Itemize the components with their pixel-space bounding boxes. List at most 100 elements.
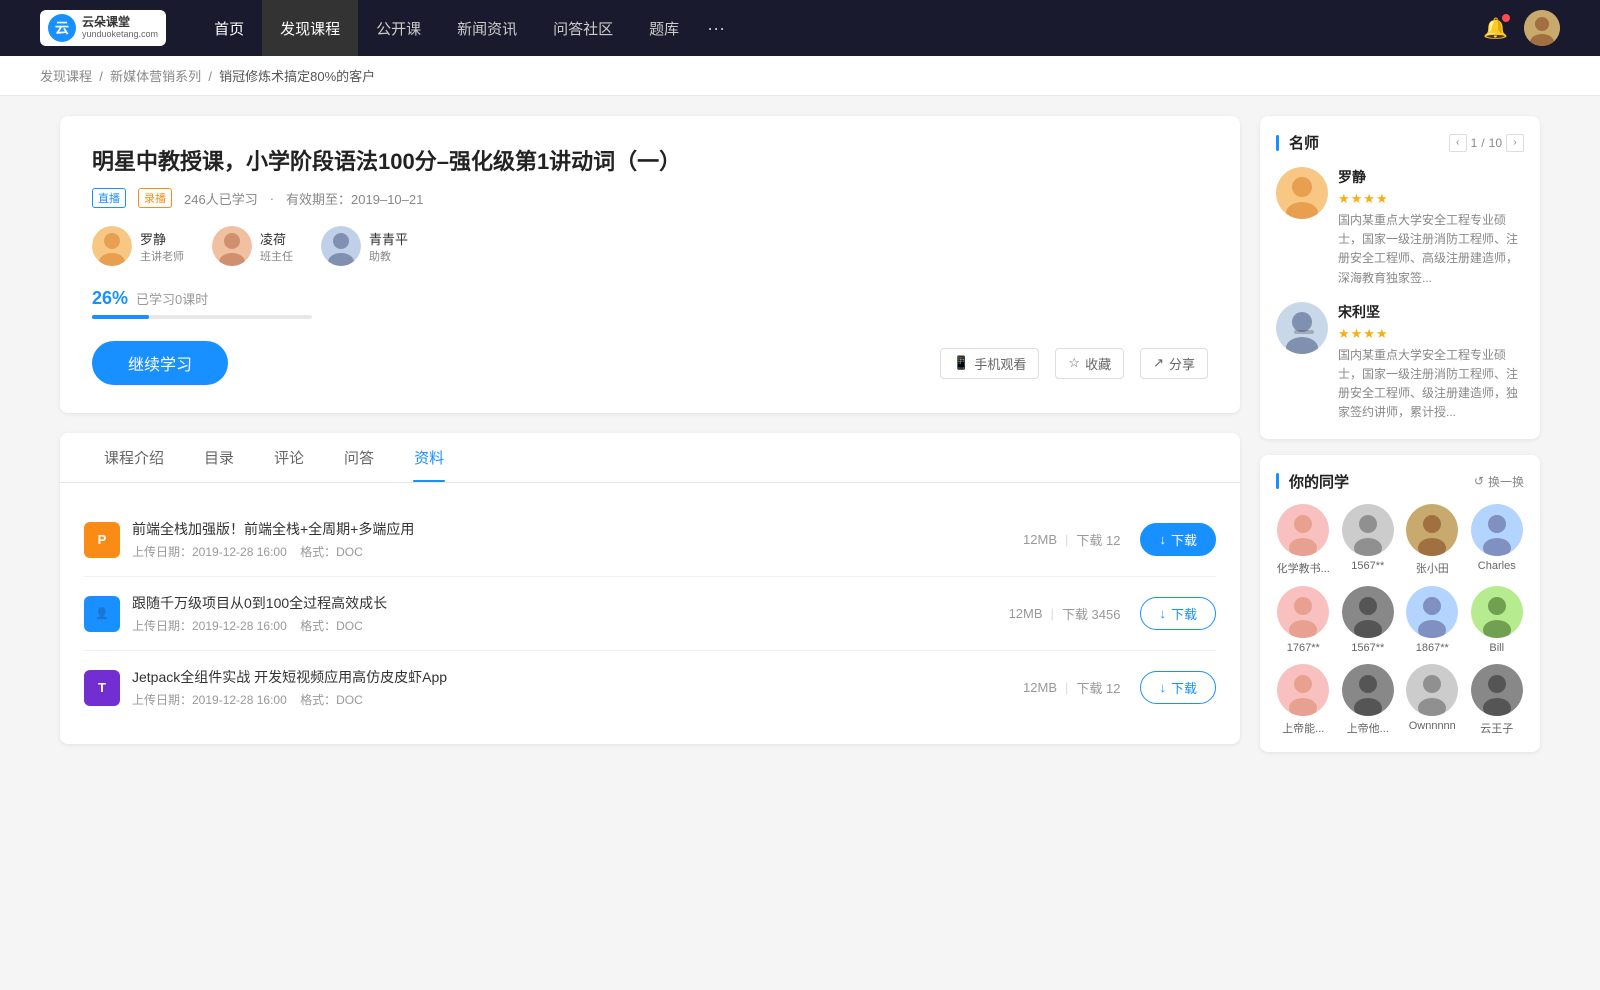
tab-resources[interactable]: 资料 xyxy=(394,433,464,482)
download-icon-2: ↓ xyxy=(1159,606,1166,621)
share-button[interactable]: ↗ 分享 xyxy=(1140,348,1208,379)
sidebar-teacher-avatar-luojing xyxy=(1276,167,1328,219)
student-item-6[interactable]: 1867** xyxy=(1405,586,1460,654)
teacher-qingqingping: 青青平 助教 xyxy=(321,226,408,266)
student-name-2: 张小田 xyxy=(1416,560,1449,576)
file-icon-1: P xyxy=(84,522,120,558)
nav-item-home[interactable]: 首页 xyxy=(196,0,262,56)
student-item-2[interactable]: 张小田 xyxy=(1405,504,1460,576)
course-separator: · xyxy=(270,191,274,206)
course-actions: 继续学习 📱 手机观看 ☆ 收藏 ↗ 分享 xyxy=(92,341,1208,385)
file-name-3: Jetpack全组件实战 开发短视频应用高仿皮皮虾App xyxy=(132,667,1023,687)
valid-until: 有效期至：2019–10–21 xyxy=(286,189,423,208)
student-avatar-8 xyxy=(1277,664,1329,716)
student-item-8[interactable]: 上帝能... xyxy=(1276,664,1331,736)
student-item-3[interactable]: Charles xyxy=(1470,504,1525,576)
teachers-row: 罗静 主讲老师 凌荷 班主任 xyxy=(92,226,1208,266)
download-button-3[interactable]: ↓ 下载 xyxy=(1140,671,1216,704)
nav-item-discover[interactable]: 发现课程 xyxy=(262,0,358,56)
student-item-1[interactable]: 1567** xyxy=(1341,504,1396,576)
continue-study-button[interactable]: 继续学习 xyxy=(92,341,228,385)
sidebar-teacher-avatar-songlijian xyxy=(1276,302,1328,354)
teachers-card-title: 名师 xyxy=(1276,132,1319,153)
teacher-role-qingqingping: 助教 xyxy=(369,248,408,264)
nav-item-public[interactable]: 公开课 xyxy=(358,0,439,56)
student-item-5[interactable]: 1567** xyxy=(1341,586,1396,654)
file-stats-1: 12MB | 下载 12 xyxy=(1023,530,1120,549)
student-item-10[interactable]: Ownnnnn xyxy=(1405,664,1460,736)
sidebar-teacher-name-luojing: 罗静 xyxy=(1338,167,1524,187)
student-name-9: 上帝他... xyxy=(1347,720,1389,736)
tab-intro[interactable]: 课程介绍 xyxy=(84,433,184,482)
logo-area[interactable]: 云 云朵课堂 yunduoketang.com xyxy=(40,10,166,46)
nav-right: 🔔 xyxy=(1483,10,1560,46)
phone-watch-label: 手机观看 xyxy=(974,354,1026,373)
sidebar-teacher-name-songlijian: 宋利坚 xyxy=(1338,302,1524,322)
file-meta-3: 上传日期：2019-12-28 16:00 格式：DOC xyxy=(132,691,1023,708)
student-avatar-7 xyxy=(1471,586,1523,638)
collect-label: 收藏 xyxy=(1085,354,1111,373)
student-item-7[interactable]: Bill xyxy=(1470,586,1525,654)
teacher-role-linghe: 班主任 xyxy=(260,248,293,264)
progress-bar-background xyxy=(92,315,312,319)
student-item-4[interactable]: 1767** xyxy=(1276,586,1331,654)
breadcrumb-series[interactable]: 新媒体营销系列 xyxy=(110,69,201,84)
teacher-name-luojing: 罗静 xyxy=(140,229,184,248)
student-item-11[interactable]: 云王子 xyxy=(1470,664,1525,736)
logo-text-block: 云朵课堂 yunduoketang.com xyxy=(82,16,158,39)
sidebar-teacher-stars-luojing: ★★★★ xyxy=(1338,191,1524,207)
student-avatar-6 xyxy=(1406,586,1458,638)
nav-items: 首页 发现课程 公开课 新闻资讯 问答社区 题库 ··· xyxy=(196,0,1483,56)
file-size-3: 12MB xyxy=(1023,680,1057,695)
student-avatar-3 xyxy=(1471,504,1523,556)
student-name-7: Bill xyxy=(1489,642,1504,654)
refresh-icon: ↺ xyxy=(1474,474,1484,488)
teacher-avatar-linghe xyxy=(212,226,252,266)
students-card-title: 你的同学 xyxy=(1276,471,1349,492)
nav-item-quiz[interactable]: 题库 xyxy=(631,0,697,56)
student-avatar-1 xyxy=(1342,504,1394,556)
nav-item-qa[interactable]: 问答社区 xyxy=(535,0,631,56)
students-grid: 化学教书... 1567** 张小田 xyxy=(1276,504,1524,736)
breadcrumb: 发现课程 / 新媒体营销系列 / 销冠修炼术搞定80%的客户 xyxy=(0,56,1600,96)
file-downloads-3: 下载 12 xyxy=(1076,678,1120,697)
file-size-2: 12MB xyxy=(1009,606,1043,621)
file-info-1: 前端全栈加强版！前端全栈+全周期+多端应用 上传日期：2019-12-28 16… xyxy=(132,519,1023,560)
download-button-2[interactable]: ↓ 下载 xyxy=(1140,597,1216,630)
student-item-9[interactable]: 上帝他... xyxy=(1341,664,1396,736)
student-item-0[interactable]: 化学教书... xyxy=(1276,504,1331,576)
file-date-2: 上传日期：2019-12-28 16:00 xyxy=(132,619,287,633)
badge-live: 直播 xyxy=(92,188,126,208)
tab-review[interactable]: 评论 xyxy=(254,433,324,482)
action-buttons: 📱 手机观看 ☆ 收藏 ↗ 分享 xyxy=(940,348,1208,379)
teachers-prev-button[interactable]: ‹ xyxy=(1449,134,1467,152)
file-name-1: 前端全栈加强版！前端全栈+全周期+多端应用 xyxy=(132,519,1023,539)
phone-icon: 📱 xyxy=(953,355,969,371)
teacher-avatar-qingqingping xyxy=(321,226,361,266)
nav-item-news[interactable]: 新闻资讯 xyxy=(439,0,535,56)
course-meta: 直播 录播 246人已学习 · 有效期至：2019–10–21 xyxy=(92,188,1208,208)
progress-percent: 26% xyxy=(92,288,128,309)
download-button-1[interactable]: ↓ 下载 xyxy=(1140,523,1216,556)
left-content: 明星中教授课，小学阶段语法100分–强化级第1讲动词（一） 直播 录播 246人… xyxy=(60,116,1240,752)
share-label: 分享 xyxy=(1169,354,1195,373)
breadcrumb-discover[interactable]: 发现课程 xyxy=(40,69,92,84)
student-name-6: 1867** xyxy=(1416,642,1449,654)
badge-replay: 录播 xyxy=(138,188,172,208)
breadcrumb-current: 销冠修炼术搞定80%的客户 xyxy=(219,69,375,84)
file-item-2: 👤 跟随千万级项目从0到100全过程高效成长 上传日期：2019-12-28 1… xyxy=(84,577,1216,651)
user-avatar-nav[interactable] xyxy=(1524,10,1560,46)
phone-watch-button[interactable]: 📱 手机观看 xyxy=(940,348,1039,379)
tab-qa[interactable]: 问答 xyxy=(324,433,394,482)
teacher-avatar-luojing xyxy=(92,226,132,266)
collect-button[interactable]: ☆ 收藏 xyxy=(1055,348,1124,379)
student-name-4: 1767** xyxy=(1287,642,1320,654)
bell-icon[interactable]: 🔔 xyxy=(1483,16,1508,41)
teachers-next-button[interactable]: › xyxy=(1506,134,1524,152)
sidebar-teacher-desc-luojing: 国内某重点大学安全工程专业硕士，国家一级注册消防工程师、注册安全工程师、高级注册… xyxy=(1338,211,1524,288)
nav-more-button[interactable]: ··· xyxy=(697,18,735,39)
file-meta-2: 上传日期：2019-12-28 16:00 格式：DOC xyxy=(132,617,1009,634)
refresh-students-button[interactable]: ↺ 换一换 xyxy=(1474,473,1524,490)
tab-toc[interactable]: 目录 xyxy=(184,433,254,482)
teacher-name-qingqingping: 青青平 xyxy=(369,229,408,248)
